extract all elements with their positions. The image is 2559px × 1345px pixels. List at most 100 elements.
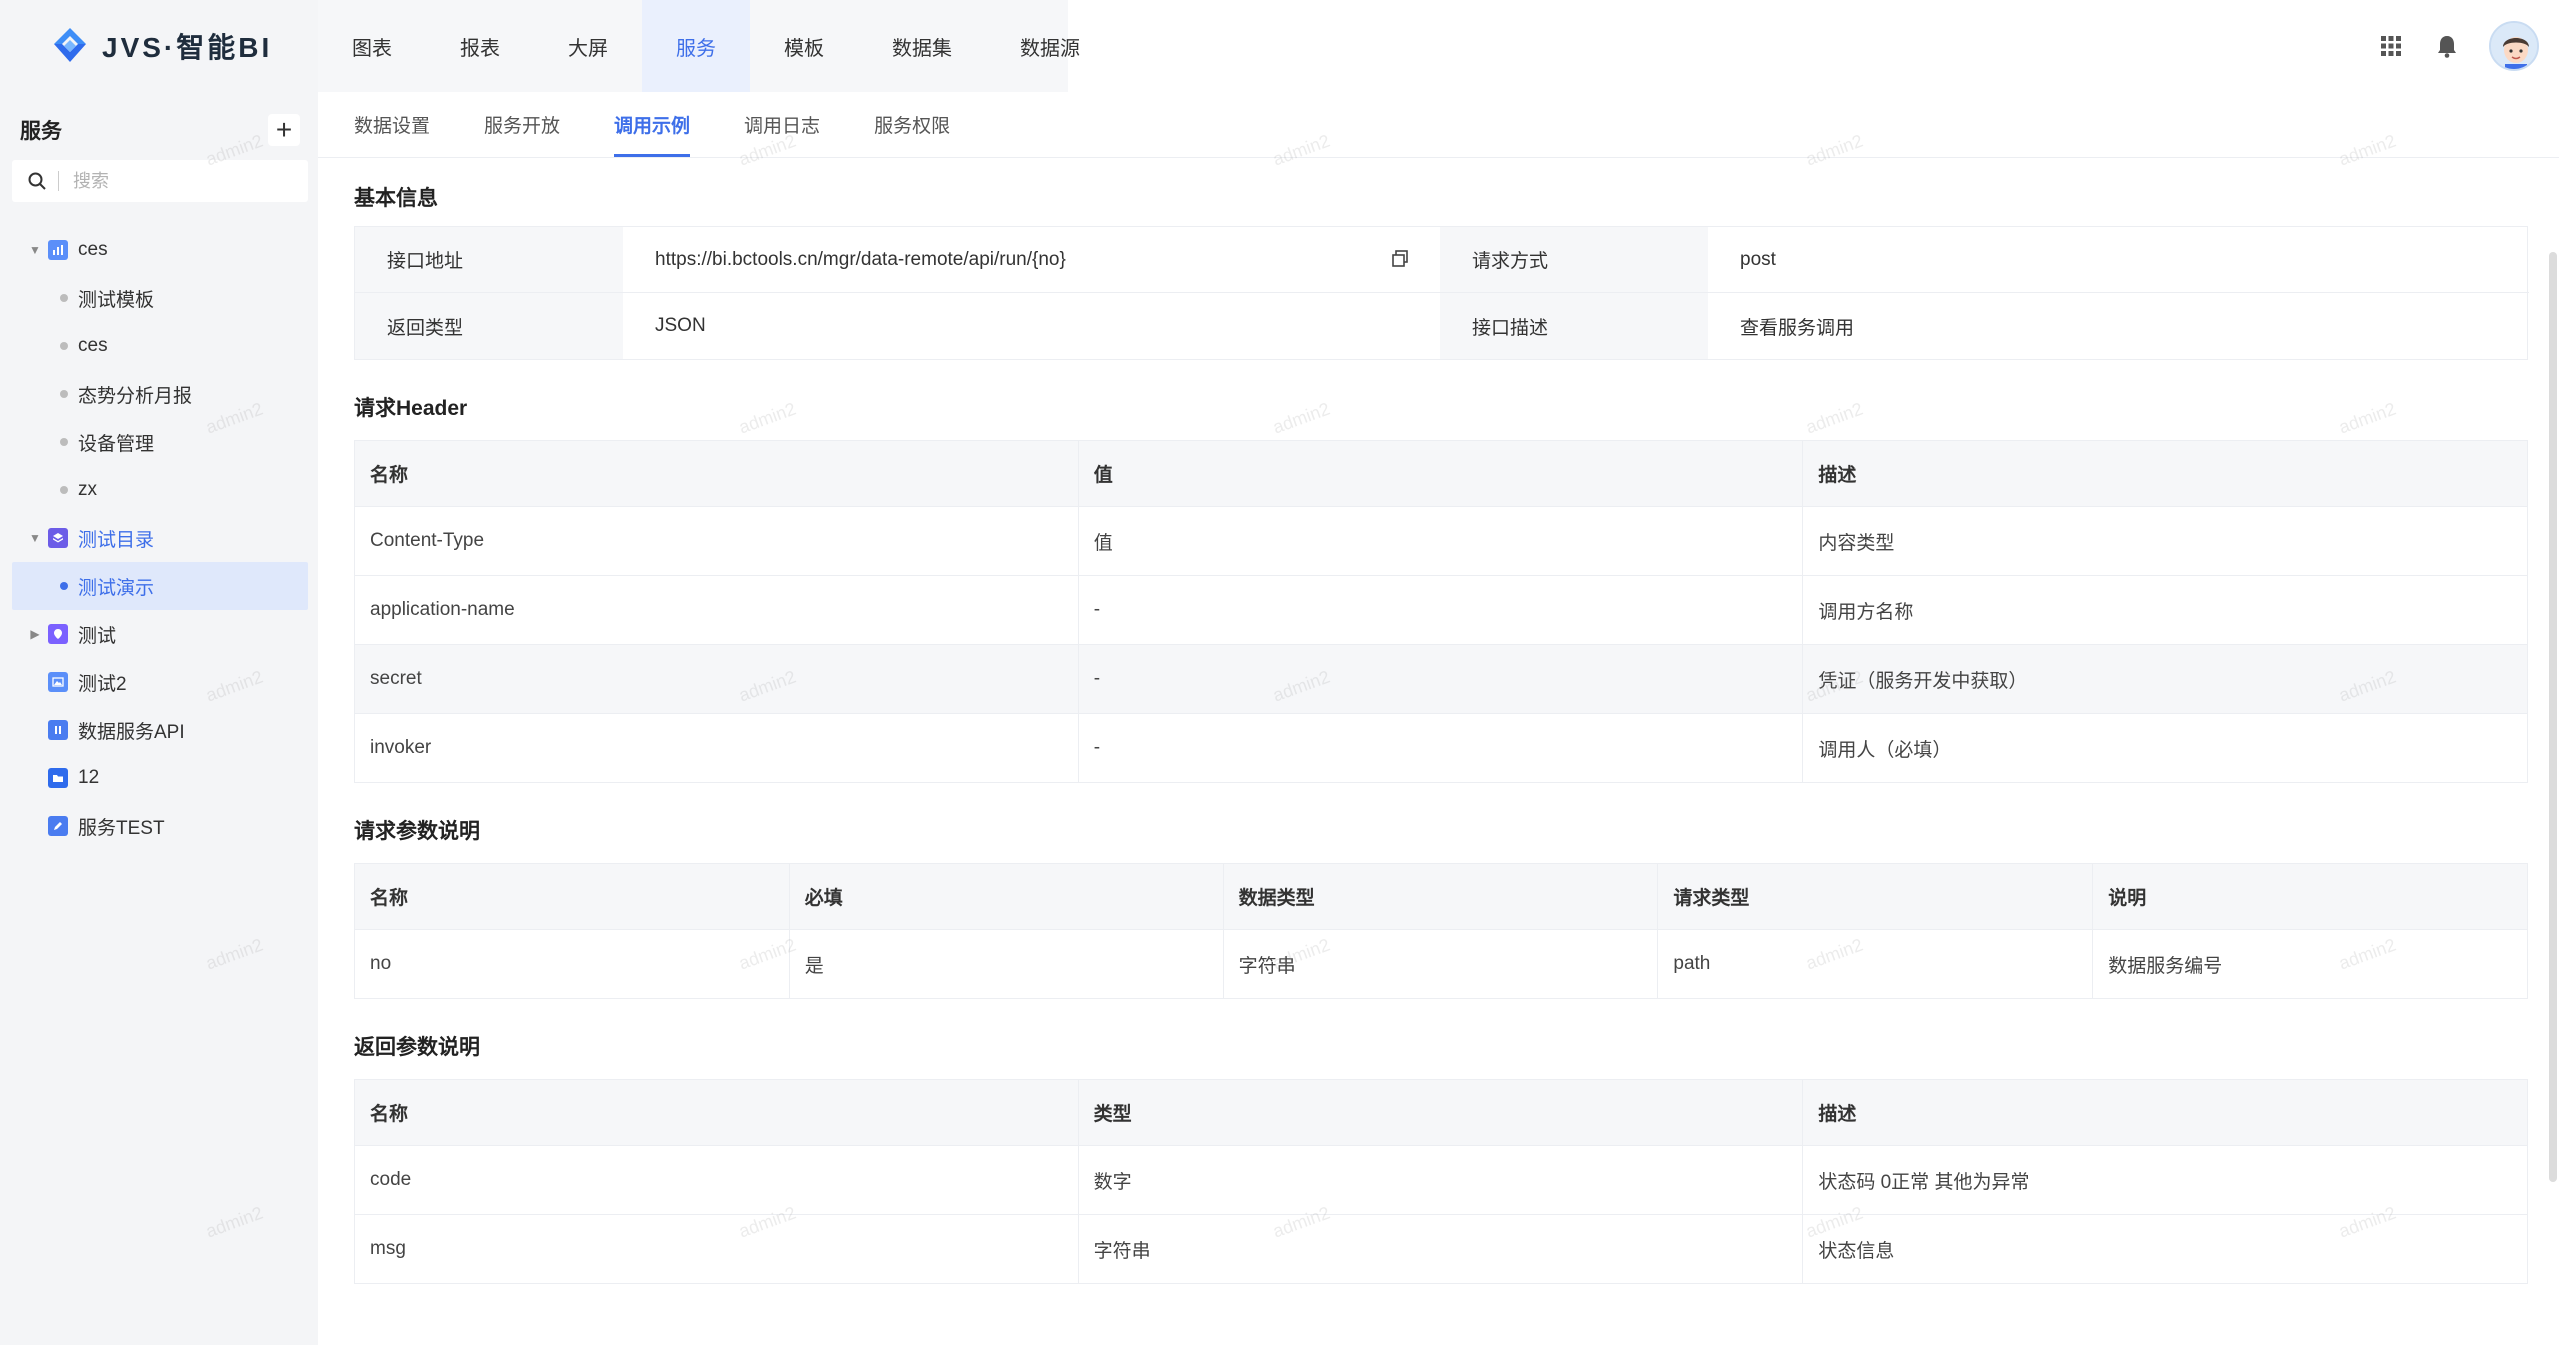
- table-row: invoker - 调用人（必填）: [354, 713, 2528, 783]
- copy-icon[interactable]: [1390, 249, 1410, 269]
- tree-label: 数据服务API: [78, 721, 185, 743]
- tab-service-permission[interactable]: 服务权限: [874, 91, 950, 157]
- column-header: 名称: [354, 440, 1079, 507]
- image-folder-icon: [48, 672, 68, 692]
- tree-leaf[interactable]: 测试模板: [12, 274, 308, 322]
- basic-info-title: 基本信息: [354, 187, 438, 210]
- tree-leaf[interactable]: 设备管理: [12, 418, 308, 466]
- nav-item-template[interactable]: 模板: [750, 0, 858, 92]
- logo-text: JVS·智能BI: [102, 32, 273, 63]
- table-cell: -: [1077, 713, 1804, 783]
- tree-folder-data-api[interactable]: 数据服务API: [12, 706, 308, 754]
- tree-leaf[interactable]: 态势分析月报: [12, 370, 308, 418]
- caret-right-icon[interactable]: ▶: [22, 627, 48, 641]
- search-input[interactable]: [73, 170, 273, 192]
- tree-leaf[interactable]: ces: [12, 322, 308, 370]
- tree-leaf-selected[interactable]: 测试演示: [12, 562, 308, 610]
- tree-folder-12[interactable]: 12: [12, 754, 308, 802]
- sidebar-search[interactable]: [12, 160, 308, 202]
- user-avatar[interactable]: [2489, 21, 2539, 71]
- table-cell: secret: [354, 644, 1079, 714]
- table-cell: 凭证（服务开发中获取）: [1802, 644, 2528, 714]
- tree-label: zx: [78, 479, 97, 500]
- sidebar: 服务 + ▼ ces 测试模板 ces 态势分析月报: [0, 92, 318, 1345]
- table-cell: path: [1657, 929, 2094, 999]
- return-type-label: 返回类型: [355, 293, 623, 359]
- table-cell: 字符串: [1077, 1214, 1804, 1284]
- tree-label: ces: [78, 239, 108, 260]
- add-button[interactable]: +: [268, 114, 300, 146]
- tab-data-settings[interactable]: 数据设置: [354, 91, 430, 157]
- header-table: 名称 值 描述 Content-Type 值 内容类型 application-…: [354, 440, 2528, 783]
- folder-icon: [48, 528, 68, 548]
- nav-item-service[interactable]: 服务: [642, 0, 750, 92]
- table-cell: 调用人（必填）: [1802, 713, 2528, 783]
- tree-label: 12: [78, 767, 100, 788]
- return-table: 名称 类型 描述 code 数字 状态码 0正常 其他为异常 msg 字符串 状…: [354, 1079, 2528, 1284]
- return-section-title: 返回参数说明: [354, 1036, 480, 1059]
- sidebar-title: 服务: [20, 120, 62, 143]
- table-cell: 状态码 0正常 其他为异常: [1802, 1145, 2528, 1215]
- caret-down-icon[interactable]: ▼: [22, 243, 48, 257]
- leaf-dot-icon: [60, 438, 68, 446]
- tree-label: 测试模板: [78, 289, 155, 311]
- tree-folder-service-test[interactable]: 服务TEST: [12, 802, 308, 850]
- caret-down-icon[interactable]: ▼: [22, 531, 48, 545]
- leaf-dot-icon: [60, 390, 68, 398]
- tree-folder-test-dir[interactable]: ▼ 测试目录: [12, 514, 308, 562]
- tree-folder-ces[interactable]: ▼ ces: [12, 226, 308, 274]
- return-type-value: JSON: [655, 315, 706, 336]
- table-row: no 是 字符串 path 数据服务编号: [354, 929, 2528, 999]
- tree-folder-test[interactable]: ▶ 测试: [12, 610, 308, 658]
- nav-item-dataset[interactable]: 数据集: [858, 0, 986, 92]
- edit-folder-icon: [48, 816, 68, 836]
- table-cell: 值: [1077, 506, 1804, 576]
- tree-folder-test2[interactable]: 测试2: [12, 658, 308, 706]
- column-header: 请求类型: [1657, 863, 2094, 930]
- tree-label: 服务TEST: [78, 817, 165, 839]
- table-row: Content-Type 值 内容类型: [354, 506, 2528, 576]
- table-cell: 字符串: [1222, 929, 1659, 999]
- table-cell: 数字: [1077, 1145, 1804, 1215]
- table-cell: invoker: [354, 713, 1079, 783]
- column-header: 说明: [2092, 863, 2528, 930]
- url-label: 接口地址: [355, 227, 623, 293]
- tab-service-open[interactable]: 服务开放: [484, 91, 560, 157]
- table-row: secret - 凭证（服务开发中获取）: [354, 644, 2528, 714]
- nav-item-screen[interactable]: 大屏: [534, 0, 642, 92]
- nav-item-datasource[interactable]: 数据源: [986, 0, 1114, 92]
- params-table: 名称 必填 数据类型 请求类型 说明 no 是 字符串 path 数据服务编号: [354, 863, 2528, 999]
- pause-folder-icon: [48, 720, 68, 740]
- tree-label: ces: [78, 335, 108, 356]
- table-cell: Content-Type: [354, 506, 1079, 576]
- column-header: 必填: [788, 863, 1224, 930]
- nav-item-chart[interactable]: 图表: [318, 0, 426, 92]
- table-row: code 数字 状态码 0正常 其他为异常: [354, 1145, 2528, 1215]
- method-label: 请求方式: [1440, 227, 1708, 293]
- leaf-dot-icon: [60, 342, 68, 350]
- table-cell: no: [354, 929, 790, 999]
- tree-label: 态势分析月报: [78, 385, 193, 407]
- url-value-cell: https://bi.bctools.cn/mgr/data-remote/ap…: [623, 227, 1440, 293]
- table-cell: application-name: [354, 575, 1079, 645]
- column-header: 描述: [1802, 1079, 2528, 1146]
- logo[interactable]: JVS·智能BI: [0, 0, 318, 92]
- tab-call-log[interactable]: 调用日志: [744, 91, 820, 157]
- tab-call-example[interactable]: 调用示例: [614, 91, 691, 157]
- column-header: 名称: [354, 863, 790, 930]
- vertical-scrollbar[interactable]: [2549, 252, 2557, 1182]
- table-cell: 内容类型: [1802, 506, 2528, 576]
- apps-grid-icon[interactable]: [2377, 32, 2405, 60]
- folder-icon: [48, 768, 68, 788]
- nav-item-report[interactable]: 报表: [426, 0, 534, 92]
- bell-icon[interactable]: [2433, 32, 2461, 60]
- desc-label: 接口描述: [1440, 293, 1708, 359]
- column-header: 描述: [1802, 440, 2528, 507]
- table-header-row: 名称 必填 数据类型 请求类型 说明: [354, 863, 2528, 930]
- table-cell: -: [1077, 575, 1804, 645]
- column-header: 类型: [1077, 1079, 1804, 1146]
- method-value: post: [1708, 227, 2529, 293]
- tree-leaf[interactable]: zx: [12, 466, 308, 514]
- sidebar-header: 服务 +: [20, 110, 300, 150]
- table-cell: 状态信息: [1802, 1214, 2528, 1284]
